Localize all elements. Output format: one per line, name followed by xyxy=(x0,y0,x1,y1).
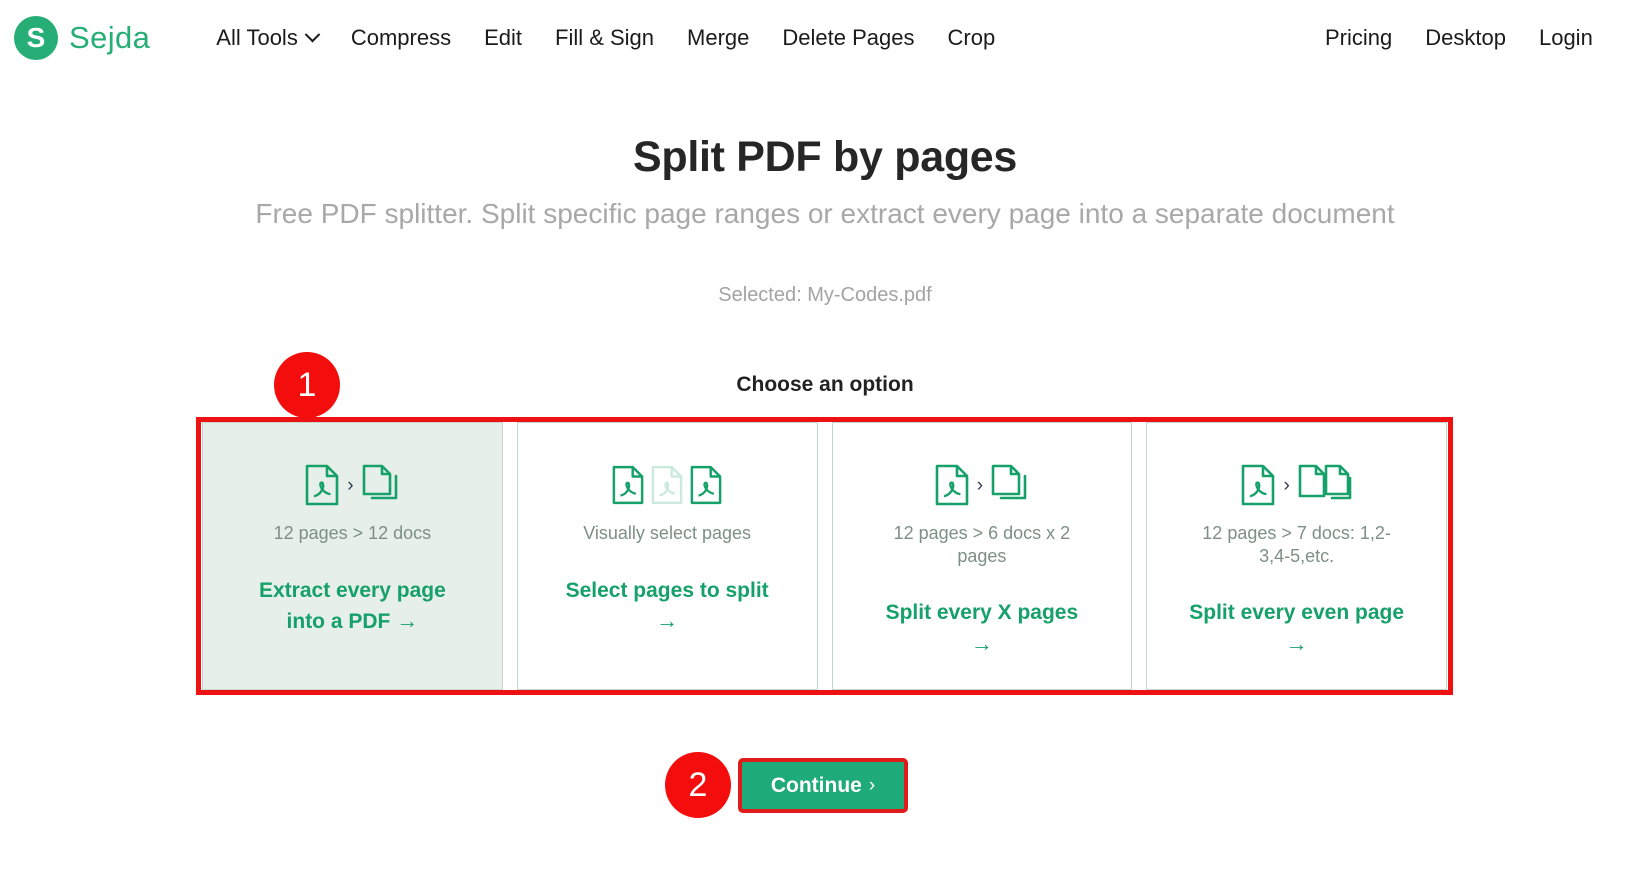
card-title: Split every X pages → xyxy=(874,598,1089,660)
option-card-split-every-even-page[interactable]: › 12 pages > 7 docs: 1,2-3,4-5,etc. Spli… xyxy=(1146,422,1447,690)
brand-name: Sejda xyxy=(69,19,151,55)
card-summary: Visually select pages xyxy=(583,523,751,543)
card-icon-group: › xyxy=(305,461,399,509)
chevron-right-icon: › xyxy=(868,774,876,796)
pdf-file-icon xyxy=(1242,464,1275,506)
arrow-right-icon: → xyxy=(396,608,419,634)
pdf-file-icon xyxy=(935,464,969,506)
chevron-right-icon: › xyxy=(1283,474,1290,496)
option-card-split-every-x-pages[interactable]: › 12 pages > 6 docs x 2 pages Split ever… xyxy=(831,422,1133,690)
copy-docs-icon xyxy=(362,464,397,500)
pdf-file-faded-icon xyxy=(651,465,683,505)
primary-nav: All Tools Compress Edit Fill & Sign Merg… xyxy=(216,25,995,51)
continue-button[interactable]: Continue › xyxy=(738,758,908,813)
nav-item-edit[interactable]: Edit xyxy=(484,25,522,51)
nav-item-compress[interactable]: Compress xyxy=(351,25,451,51)
card-title-text: Split every even page xyxy=(1189,601,1405,624)
nav-item-label: All Tools xyxy=(216,24,298,50)
chevron-right-icon: › xyxy=(347,474,354,496)
nav-item-pricing[interactable]: Pricing xyxy=(1325,25,1392,51)
card-summary: 12 pages > 7 docs: 1,2-3,4-5,etc. xyxy=(1202,523,1391,566)
chevron-down-icon xyxy=(304,26,321,43)
card-icon-group: › xyxy=(1241,461,1352,509)
arrow-right-icon: → xyxy=(970,630,993,656)
card-icon-group xyxy=(612,461,722,509)
card-title-text: Select pages to split xyxy=(565,578,769,602)
card-summary: 12 pages > 12 docs xyxy=(273,523,432,543)
two-docs-icon xyxy=(1298,464,1352,500)
card-title: Extract every page into a PDF → xyxy=(245,576,460,638)
nav-item-crop[interactable]: Crop xyxy=(948,25,996,51)
pdf-file-icon xyxy=(612,465,644,505)
copy-docs-icon xyxy=(991,464,1027,500)
brand-logo-link[interactable]: S Sejda xyxy=(14,15,151,60)
option-card-select-pages-to-split[interactable]: Visually select pages Select pages to sp… xyxy=(516,422,818,690)
continue-button-label: Continue xyxy=(770,773,862,797)
arrow-right-icon: → xyxy=(656,608,679,634)
card-title: Split every even page → xyxy=(1189,598,1404,660)
pdf-file-icon xyxy=(690,465,722,505)
chevron-right-icon: › xyxy=(976,474,984,496)
annotation-badge-2: 2 xyxy=(665,752,731,818)
nav-item-fill-and-sign[interactable]: Fill & Sign xyxy=(555,25,654,51)
sejda-logo-icon: S xyxy=(14,15,58,60)
option-card-extract-every-page[interactable]: › 12 pages > 12 docs Extract every page … xyxy=(202,422,503,690)
pdf-file-icon xyxy=(305,464,339,506)
annotation-badge-1: 1 xyxy=(274,352,340,418)
page-subtitle: Free PDF splitter. Split specific page r… xyxy=(255,198,1395,229)
selected-file-label: Selected: My-Codes.pdf xyxy=(718,284,932,306)
nav-item-desktop[interactable]: Desktop xyxy=(1425,25,1506,51)
card-title: Select pages to split → xyxy=(560,576,775,638)
nav-item-delete-pages[interactable]: Delete Pages xyxy=(782,25,914,51)
arrow-right-icon: → xyxy=(1285,630,1308,656)
secondary-nav: Pricing Desktop Login xyxy=(1325,0,1593,75)
card-title-text: Split every X pages xyxy=(885,601,1079,624)
card-icon-group: › xyxy=(935,461,1029,509)
nav-item-login[interactable]: Login xyxy=(1539,25,1593,51)
nav-item-merge[interactable]: Merge xyxy=(687,25,749,51)
options-container: › 12 pages > 12 docs Extract every page … xyxy=(202,422,1447,690)
page-title: Split PDF by pages xyxy=(632,133,1018,181)
nav-item-all-tools[interactable]: All Tools xyxy=(216,24,321,51)
card-summary: 12 pages > 6 docs x 2 pages xyxy=(893,523,1071,566)
choose-option-heading: Choose an option xyxy=(736,373,914,396)
top-navigation-bar: S Sejda All Tools Compress Edit Fill & S… xyxy=(0,0,1650,75)
